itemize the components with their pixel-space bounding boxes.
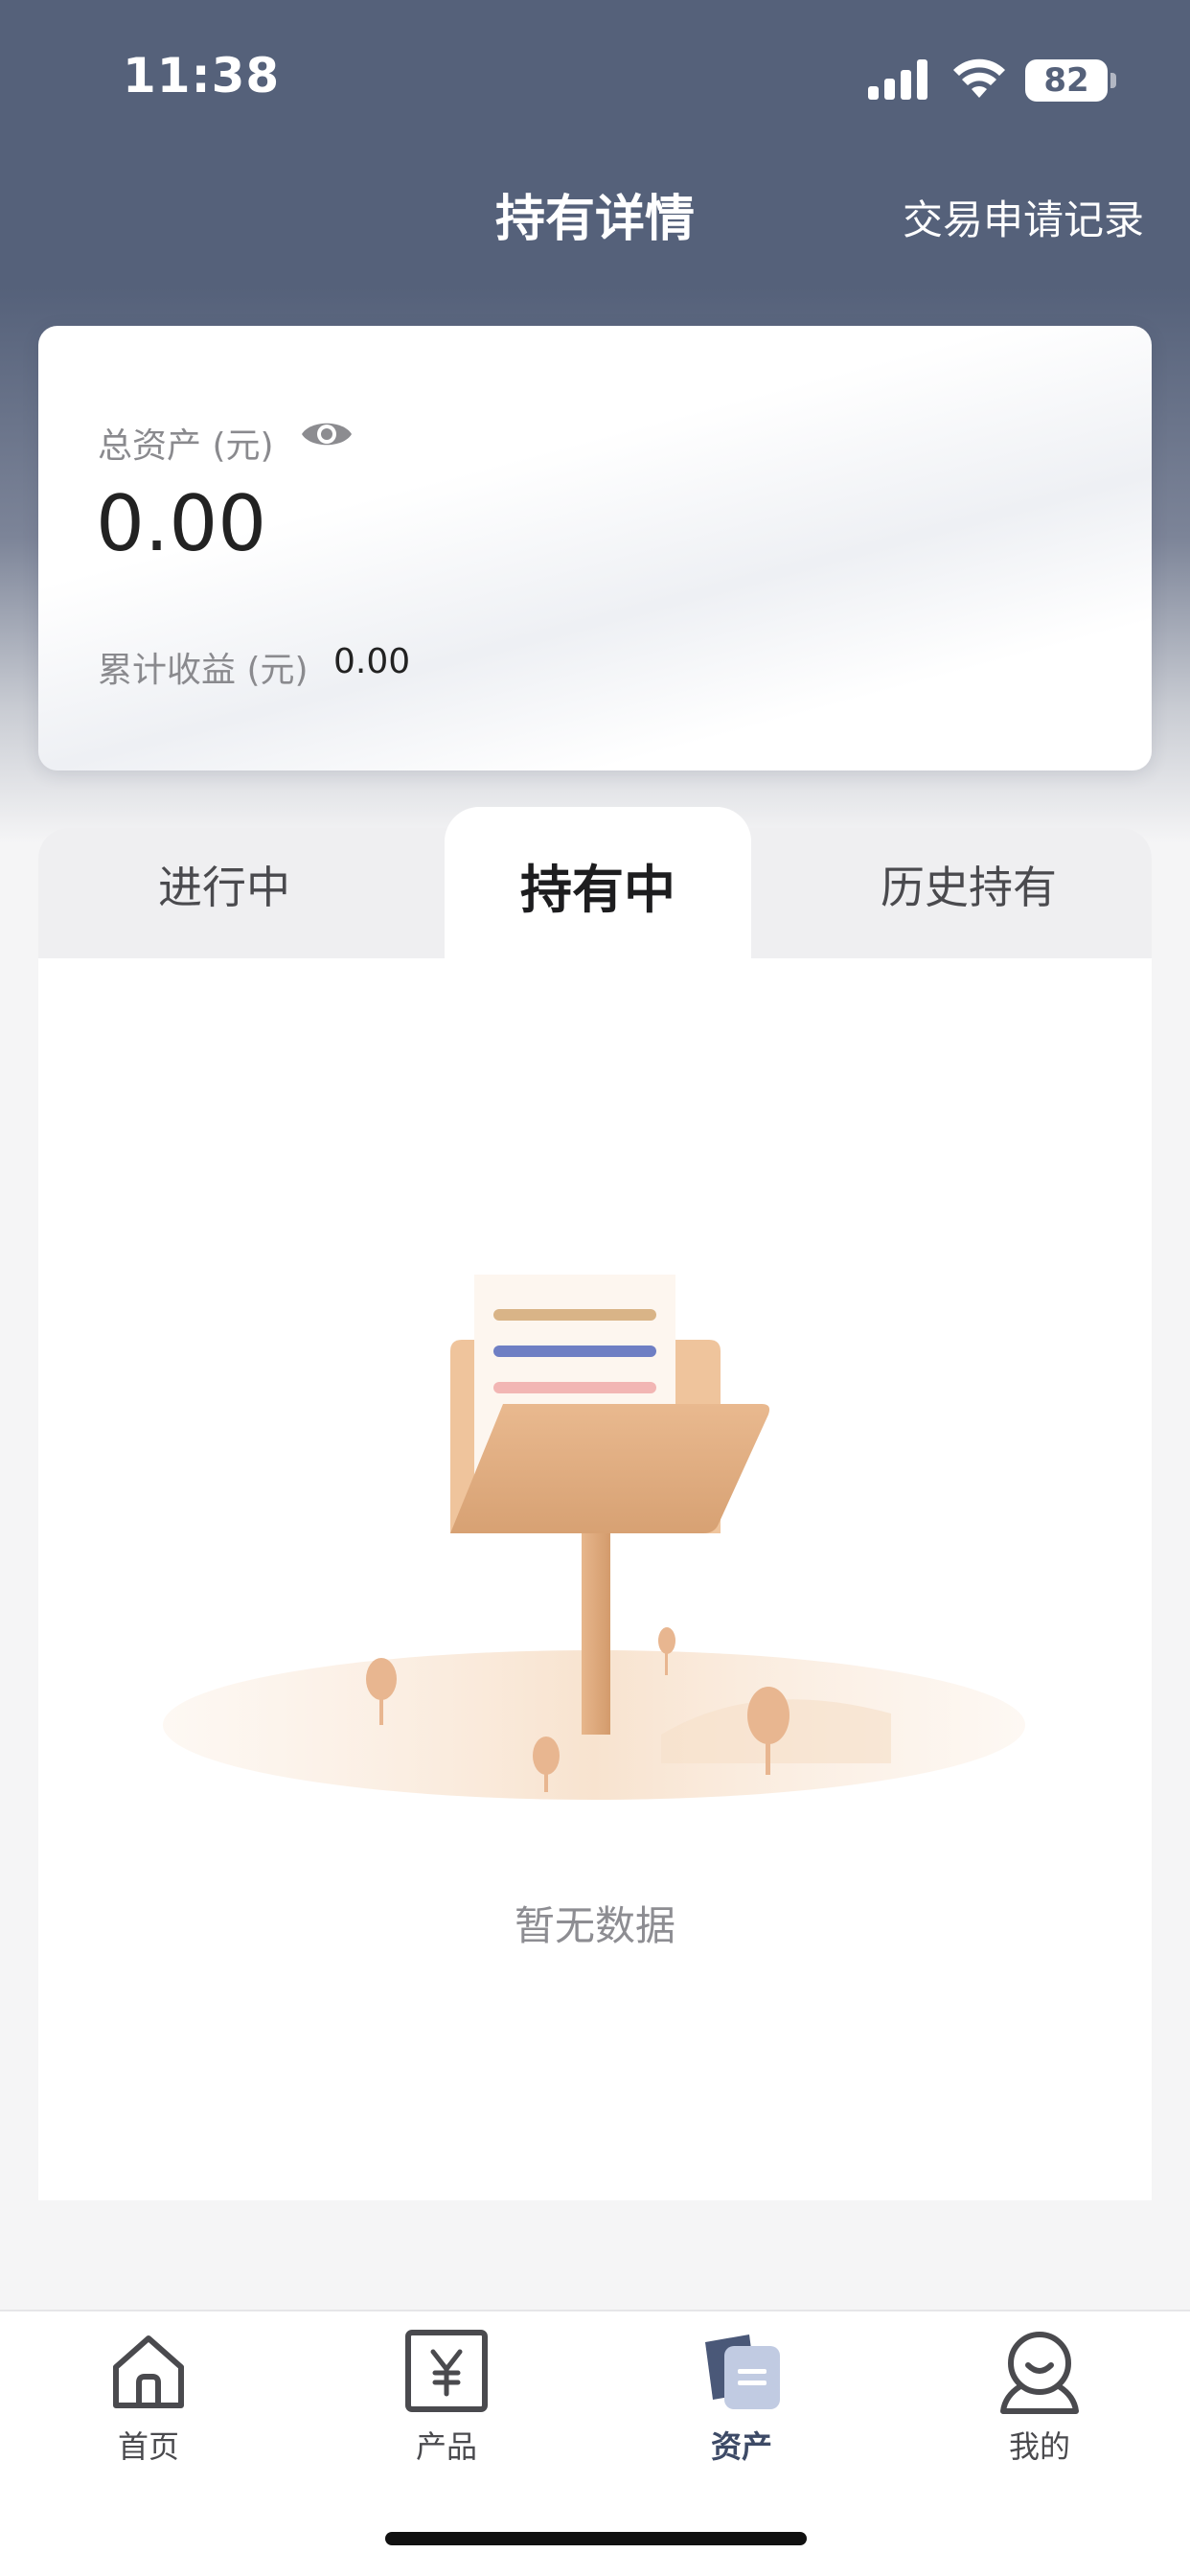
status-bar: 11:38 82: [0, 0, 1190, 144]
profile-icon: [1000, 2332, 1079, 2414]
status-time: 11:38: [123, 48, 281, 104]
battery-tip: [1110, 73, 1116, 88]
tabbar-products[interactable]: 产品: [351, 2325, 542, 2467]
empty-state-text: 暂无数据: [514, 1902, 675, 1949]
tabbar-assets[interactable]: 资产: [646, 2325, 837, 2467]
tab-holding[interactable]: 持有中: [445, 847, 751, 923]
total-assets-label: 总资产 (元): [98, 426, 274, 466]
tabbar-assets-label: 资产: [710, 2428, 772, 2465]
tabbar-profile-label: 我的: [1008, 2428, 1070, 2465]
tab-history[interactable]: 历史持有: [786, 853, 1152, 916]
eye-icon[interactable]: [299, 414, 355, 454]
home-indicator: [385, 2532, 807, 2545]
tabbar-products-label: 产品: [415, 2428, 477, 2465]
tabbar-home[interactable]: 首页: [53, 2325, 244, 2467]
signal-icon: [868, 59, 929, 100]
wifi-icon: [953, 58, 1005, 98]
empty-folder-illustration: [163, 1275, 1025, 1800]
asset-summary-card: 总资产 (元) 0.00 累计收益 (元) 0.00: [38, 326, 1152, 770]
earnings-label: 累计收益 (元): [98, 651, 309, 690]
assets-icon: [705, 2334, 780, 2409]
yuan-icon: [405, 2330, 488, 2412]
home-icon: [113, 2335, 184, 2408]
tabbar-profile[interactable]: 我的: [944, 2325, 1135, 2467]
trade-records-link[interactable]: 交易申请记录: [903, 188, 1144, 246]
earnings-value: 0.00: [333, 642, 411, 681]
tabbar-home-label: 首页: [117, 2428, 179, 2465]
tab-in-progress[interactable]: 进行中: [38, 853, 410, 916]
battery-icon: 82: [1025, 59, 1108, 102]
total-assets-value: 0.00: [96, 479, 267, 568]
